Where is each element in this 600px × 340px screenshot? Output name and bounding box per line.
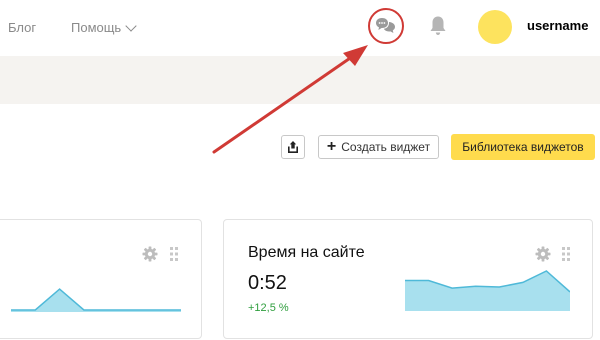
widget-delta: +12,5 % — [248, 302, 289, 314]
drag-handle-icon[interactable] — [169, 246, 179, 262]
widget-card — [0, 219, 202, 339]
widget-card-time-on-site: Время на сайте 0:52 +12,5 % — [223, 219, 593, 339]
gear-icon[interactable] — [142, 246, 158, 262]
drag-handle-icon[interactable] — [561, 246, 571, 262]
create-widget-button[interactable]: + Создать виджет — [318, 135, 439, 159]
chevron-down-icon — [125, 19, 137, 32]
widget-value: 0:52 — [248, 272, 287, 294]
widget-library-label: Библиотека виджетов — [462, 140, 584, 154]
sparkline-line — [11, 288, 181, 311]
sparkline-chart — [11, 288, 181, 312]
avatar[interactable] — [478, 10, 512, 44]
nav-link-blog[interactable]: Блог — [8, 20, 36, 35]
username[interactable]: username — [527, 18, 588, 33]
nav-link-help[interactable]: Помощь — [71, 19, 137, 35]
bell-icon[interactable] — [428, 15, 448, 37]
header-band — [0, 56, 600, 104]
share-button[interactable] — [281, 135, 305, 159]
create-widget-label: Создать виджет — [341, 140, 431, 154]
top-nav: Блог Помощь username — [0, 0, 600, 56]
sparkline-area — [405, 271, 570, 311]
gear-icon[interactable] — [535, 246, 551, 262]
messages-button[interactable] — [368, 8, 404, 44]
chat-bubbles-icon — [376, 18, 395, 33]
widget-library-button[interactable]: Библиотека виджетов — [451, 134, 595, 160]
share-icon — [288, 141, 298, 153]
nav-help-label: Помощь — [71, 20, 122, 35]
widget-title: Время на сайте — [248, 244, 365, 261]
sparkline-chart — [405, 270, 570, 311]
plus-icon: + — [326, 137, 337, 155]
